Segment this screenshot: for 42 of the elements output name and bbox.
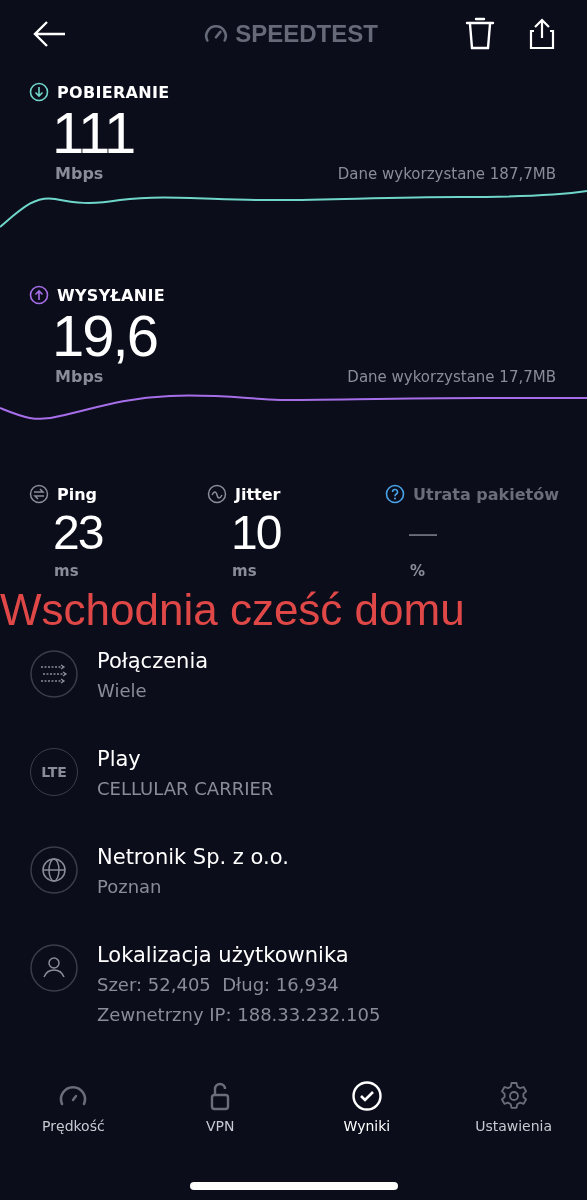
connections-icon <box>30 650 78 698</box>
info-title: Netronik Sp. z o.o. <box>97 844 289 871</box>
info-detail: Szer: 52,405 Dług: 16,934 <box>97 973 340 997</box>
share-icon[interactable] <box>529 18 555 50</box>
help-icon[interactable] <box>385 484 405 504</box>
stat-value: 10 <box>230 505 282 561</box>
globe-icon <box>30 846 78 894</box>
stat-label: Jitter <box>235 484 281 504</box>
speed-unit: Mbps <box>55 367 104 386</box>
stat-label: Ping <box>57 484 98 504</box>
back-icon[interactable] <box>32 20 66 48</box>
info-detail: Wiele <box>97 679 148 703</box>
ping-icon <box>29 484 49 504</box>
wave-icon <box>207 484 227 504</box>
speed-label: WYSYŁANIE <box>57 285 165 305</box>
info-detail: CELLULAR CARRIER <box>97 777 274 801</box>
data-used: Dane wykorzystane 17,7MB <box>347 368 556 386</box>
stat-unit: ms <box>53 562 80 580</box>
speed-unit: Mbps <box>55 164 104 183</box>
info-detail: Zewnetrzny IP: 188.33.232.105 <box>97 1003 381 1027</box>
user-icon <box>30 944 78 992</box>
tab-item[interactable]: VPN <box>146 1080 294 1160</box>
info-title: Play <box>97 746 142 773</box>
tab-item[interactable]: Wyniki <box>293 1080 441 1160</box>
speed-label: POBIERANIE <box>57 82 170 102</box>
stat-label: Utrata pakietów <box>413 484 559 504</box>
annotation-text: Wschodnia cześć domu <box>0 584 466 636</box>
speed-value: 111 <box>51 102 136 164</box>
app-logo: SPEEDTEST <box>235 20 378 48</box>
info-title: Lokalizacja użytkownika <box>97 942 350 969</box>
stat-unit: ms <box>231 562 258 580</box>
tab-item[interactable]: Ustawienia <box>440 1080 587 1160</box>
check-circle-icon <box>350 1080 383 1112</box>
tab-item[interactable]: Prędkość <box>0 1080 147 1160</box>
stat-value: — <box>408 516 437 550</box>
info-detail: Poznan <box>97 875 163 899</box>
stat-unit: % <box>409 562 427 580</box>
speed-value: 19,6 <box>51 305 158 367</box>
stat-value: 23 <box>52 505 104 561</box>
info-title: Połączenia <box>97 648 209 675</box>
delete-icon[interactable] <box>465 17 495 51</box>
data-used: Dane wykorzystane 187,7MB <box>337 165 556 183</box>
